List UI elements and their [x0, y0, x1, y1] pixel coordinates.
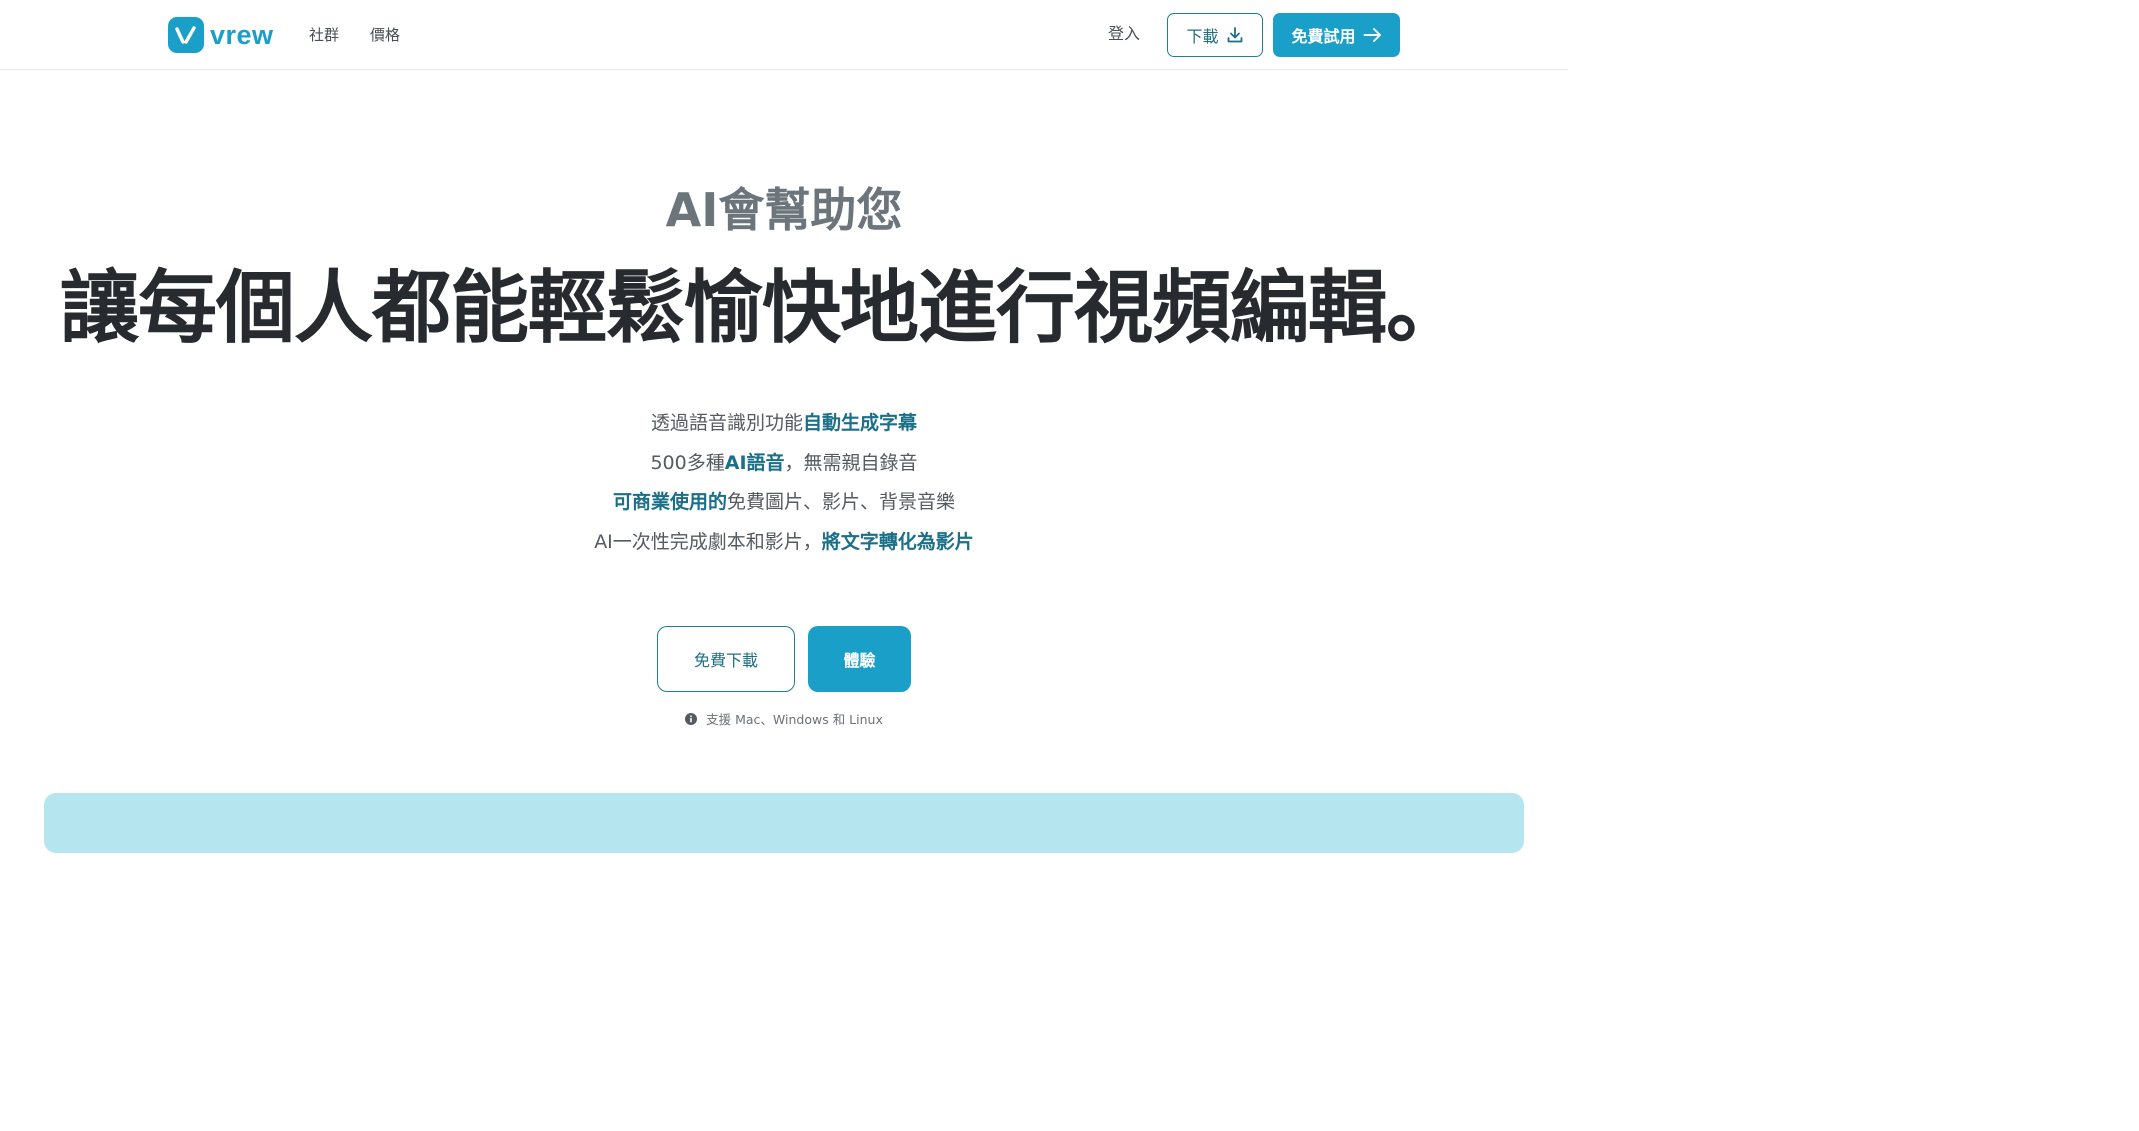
logo-text: vrew: [210, 20, 274, 50]
feature-line: 500多種AI語音，無需親自錄音: [0, 444, 1568, 484]
feature-line: AI一次性完成劇本和影片，將文字轉化為影片: [0, 523, 1568, 563]
hero-headline: 讓每個人都能輕鬆愉快地進行視頻編輯。: [60, 262, 1465, 354]
hero-eyebrow: AI會幫助您: [665, 183, 903, 237]
feature-list: 透過語音識別功能自動生成字幕 500多種AI語音，無需親自錄音 可商業使用的免費…: [0, 404, 1568, 562]
try-button[interactable]: 體驗: [808, 626, 911, 692]
feature-text: 免費圖片、影片、背景音樂: [727, 491, 956, 513]
nav-community[interactable]: 社群: [309, 25, 339, 45]
feature-text: AI一次性完成劇本和影片，: [594, 530, 822, 553]
download-button[interactable]: 下載: [1167, 13, 1263, 57]
arrow-right-icon: [1363, 28, 1381, 42]
support-note: 支援 Mac、Windows 和 Linux: [0, 709, 1568, 728]
feature-text: 500多種: [650, 451, 725, 474]
vrew-logo-icon: [168, 17, 204, 53]
feature-highlight: 將文字轉化為影片: [821, 530, 974, 553]
free-trial-button[interactable]: 免費試用: [1273, 13, 1400, 57]
info-icon: [685, 712, 698, 725]
feature-highlight: 自動生成字幕: [803, 412, 918, 434]
feature-text: ，無需親自錄音: [784, 451, 918, 474]
preview-band: [44, 793, 1524, 853]
vrew-logo[interactable]: vrew: [168, 17, 274, 53]
login-link[interactable]: 登入: [1108, 24, 1140, 44]
free-download-button[interactable]: 免費下載: [657, 626, 795, 692]
download-button-label: 下載: [1186, 27, 1219, 46]
feature-line: 可商業使用的免費圖片、影片、背景音樂: [0, 483, 1568, 523]
feature-highlight: AI語音: [724, 451, 785, 474]
free-trial-label: 免費試用: [1291, 27, 1356, 46]
support-note-text: 支援 Mac、Windows 和 Linux: [706, 712, 883, 727]
download-icon: [1227, 27, 1242, 43]
nav-pricing[interactable]: 價格: [370, 25, 400, 45]
feature-highlight: 可商業使用的: [612, 491, 727, 513]
feature-text: 透過語音識別功能: [650, 412, 803, 434]
feature-line: 透過語音識別功能自動生成字幕: [0, 404, 1568, 444]
site-header: vrew 社群 價格 登入 下載 免費試用: [0, 0, 1568, 70]
